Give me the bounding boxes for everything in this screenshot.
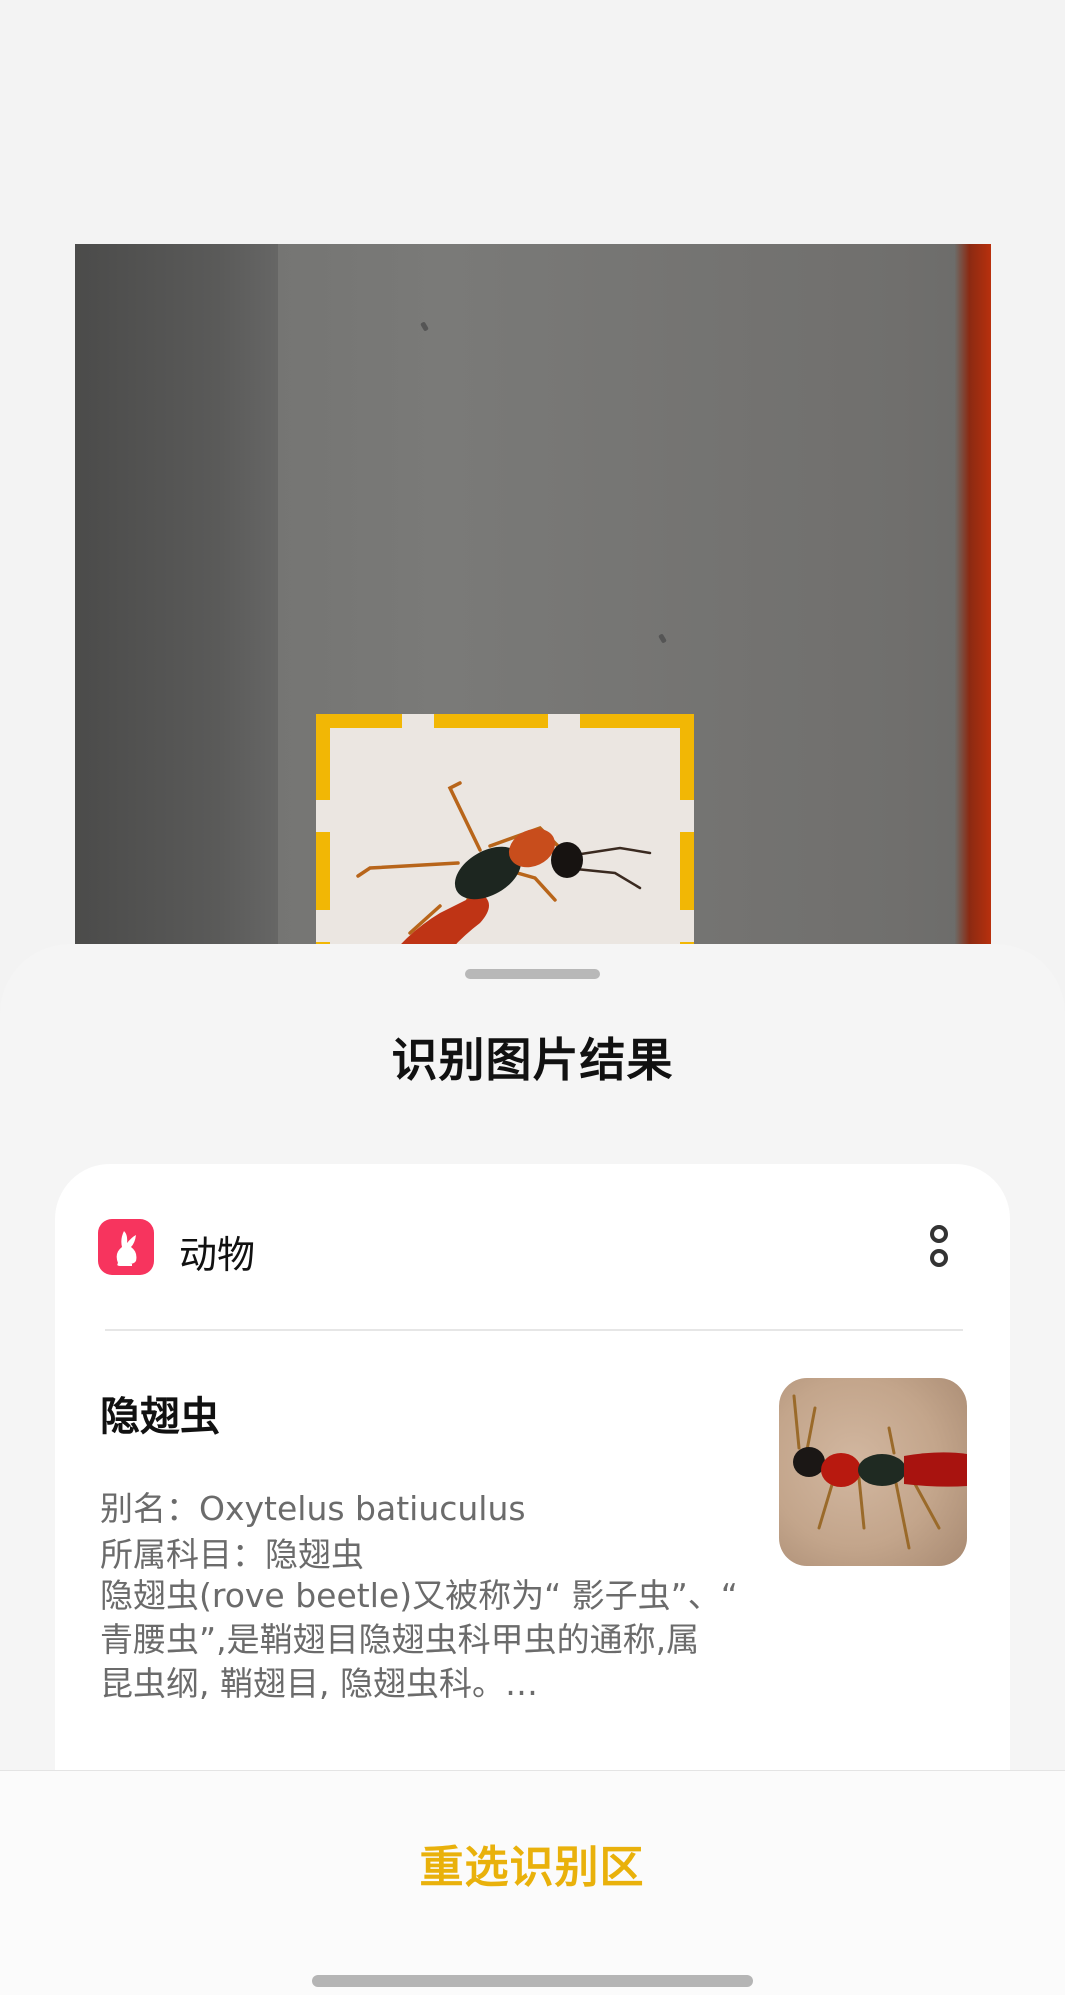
frame-gap bbox=[316, 800, 330, 832]
alias-row: 别名：Oxytelus batiuculus bbox=[100, 1482, 526, 1530]
alias-value: Oxytelus batiuculus bbox=[199, 1489, 526, 1528]
photo-speck bbox=[420, 321, 429, 332]
photo-background-edge bbox=[955, 244, 991, 984]
divider bbox=[105, 1329, 963, 1331]
photo-speck bbox=[658, 633, 667, 644]
species-description[interactable]: 隐翅虫(rove beetle)又被称为“ 影子虫”、“ 青腰虫”,是鞘翅目隐翅… bbox=[100, 1574, 740, 1706]
family-label: 所属科目： bbox=[100, 1535, 265, 1574]
bottom-action-bar: 重选识别区 bbox=[0, 1770, 1065, 1995]
category-label: 动物 bbox=[179, 1233, 256, 1277]
sheet-title: 识别图片结果 bbox=[391, 1033, 674, 1087]
frame-gap bbox=[548, 714, 580, 728]
family-row: 所属科目：隐翅虫 bbox=[100, 1528, 364, 1576]
result-card[interactable]: 动物 隐翅虫 别名：Oxytelus batiuculus 所属科目：隐翅虫 隐… bbox=[55, 1164, 1010, 1864]
species-name: 隐翅虫 bbox=[100, 1394, 220, 1440]
more-vertical-icon[interactable] bbox=[919, 1216, 959, 1276]
frame-gap bbox=[316, 910, 330, 942]
home-indicator[interactable] bbox=[312, 1975, 753, 1987]
captured-photo bbox=[75, 244, 991, 984]
frame-gap bbox=[680, 910, 694, 942]
frame-gap bbox=[680, 800, 694, 832]
reselect-area-button[interactable]: 重选识别区 bbox=[382, 1833, 682, 1903]
species-thumbnail[interactable] bbox=[779, 1378, 967, 1566]
sheet-drag-handle[interactable] bbox=[465, 969, 600, 979]
alias-label: 别名： bbox=[100, 1489, 199, 1528]
photo-background-shadow bbox=[75, 244, 278, 984]
rabbit-icon bbox=[98, 1219, 154, 1275]
family-value: 隐翅虫 bbox=[265, 1535, 364, 1574]
frame-gap bbox=[402, 714, 434, 728]
image-recognition-screen: 识别图片结果 动物 隐翅虫 别名：Oxytelus batiuculus 所属科… bbox=[0, 0, 1065, 1995]
